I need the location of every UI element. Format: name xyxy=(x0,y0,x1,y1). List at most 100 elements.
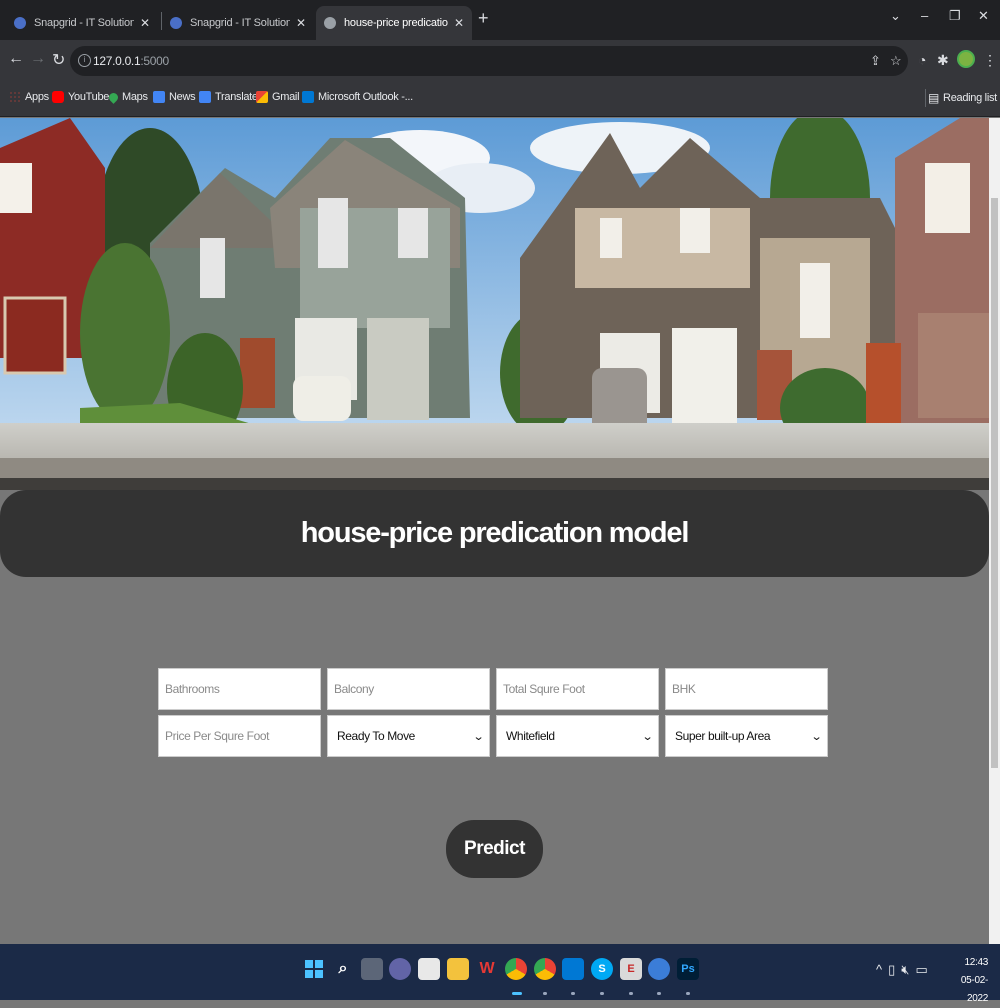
extensions-icon[interactable]: ✱ xyxy=(937,52,949,69)
speaker-muted-icon[interactable]: 🔇︎ xyxy=(901,962,909,978)
area-type-value: Super built-up Area xyxy=(675,729,771,743)
globe-icon xyxy=(324,17,336,29)
file-explorer-icon[interactable] xyxy=(447,958,469,980)
search-icon[interactable]: ⌕ xyxy=(332,958,354,980)
bhk-input[interactable] xyxy=(666,669,827,709)
share-icon[interactable]: ⇪ xyxy=(870,53,881,69)
tab-house-price[interactable]: house-price predication model ✕ xyxy=(316,6,472,40)
forward-icon[interactable]: → xyxy=(30,50,46,68)
windows-taskbar: ⌕ W S E Ps ^ ▯ 🔇︎ ▭ 12:43 05-02-2022 xyxy=(0,944,1000,1004)
new-tab-icon[interactable]: + xyxy=(478,8,489,29)
scrollbar-thumb[interactable] xyxy=(991,198,998,768)
close-window-icon[interactable]: ✕ xyxy=(978,8,989,24)
bookmark-label: Translate xyxy=(215,91,258,103)
chrome-icon[interactable] xyxy=(505,958,527,980)
running-app-indicator xyxy=(571,992,575,995)
news-icon xyxy=(153,91,165,103)
bookmarks-bar: Apps YouTube Maps News Translate Gmail M… xyxy=(0,82,1000,117)
photoshop-icon[interactable]: Ps xyxy=(677,958,699,980)
price-per-sqft-input[interactable] xyxy=(159,716,320,756)
bookmark-outlook[interactable]: Microsoft Outlook -... xyxy=(302,91,413,103)
bookmark-label: Gmail xyxy=(272,91,300,103)
active-app-indicator xyxy=(512,992,522,995)
chrome-icon[interactable] xyxy=(534,958,556,980)
bathrooms-field[interactable] xyxy=(158,668,321,710)
close-tab-icon[interactable]: ✕ xyxy=(454,16,464,30)
ecs-app-icon[interactable]: E xyxy=(620,958,642,980)
close-tab-icon[interactable]: ✕ xyxy=(296,16,306,30)
back-icon[interactable]: ← xyxy=(8,50,24,68)
globe-app-icon[interactable] xyxy=(648,958,670,980)
tab-snapgrid-1[interactable]: Snapgrid - IT Solutions and Techn ✕ xyxy=(6,6,158,40)
url-text[interactable]: 127.0.0.1:5000 xyxy=(93,54,169,68)
task-view-icon[interactable] xyxy=(361,958,383,980)
site-info-icon[interactable]: i xyxy=(78,54,91,67)
chevron-up-icon[interactable]: ^ xyxy=(876,962,882,978)
tab-title: house-price predication model xyxy=(344,17,448,29)
clock-time: 12:43 xyxy=(964,957,988,968)
bookmark-youtube[interactable]: YouTube xyxy=(52,91,109,103)
chevron-down-icon: ⌄ xyxy=(810,730,823,743)
bathrooms-input[interactable] xyxy=(159,669,320,709)
wps-office-icon[interactable]: W xyxy=(476,958,498,980)
bookmark-maps[interactable]: Maps xyxy=(107,90,148,104)
network-icon[interactable]: ▯ xyxy=(888,962,895,978)
balcony-input[interactable] xyxy=(328,669,489,709)
bookmark-apps[interactable]: Apps xyxy=(9,91,49,103)
address-bar[interactable]: i 127.0.0.1:5000 ⇪ ☆ xyxy=(70,46,908,76)
apps-grid-icon xyxy=(9,91,21,103)
predict-button[interactable]: Predict xyxy=(446,820,543,878)
close-tab-icon[interactable]: ✕ xyxy=(140,16,150,30)
tab-title: Snapgrid - IT Solutions and Techn xyxy=(34,17,134,29)
profile-avatar[interactable] xyxy=(957,50,975,68)
snapgrid-favicon-icon xyxy=(14,17,26,29)
reading-list-label: Reading list xyxy=(943,92,997,104)
price-per-sqft-field[interactable] xyxy=(158,715,321,757)
total-sqft-field[interactable] xyxy=(496,668,659,710)
bookmark-news[interactable]: News xyxy=(153,91,196,103)
bookmark-gmail[interactable]: Gmail xyxy=(256,91,300,103)
tab-search-icon[interactable]: ⌄ xyxy=(890,8,901,24)
minimize-icon[interactable]: – xyxy=(921,8,928,23)
translate-icon xyxy=(199,91,211,103)
running-app-indicator xyxy=(629,992,633,995)
bookmark-translate[interactable]: Translate xyxy=(199,91,258,103)
media-icon[interactable]: ◔ xyxy=(918,52,926,68)
bookmark-label: Apps xyxy=(25,91,49,103)
url-port: :5000 xyxy=(140,54,169,68)
bookmark-label: YouTube xyxy=(68,91,110,103)
bhk-field[interactable] xyxy=(665,668,828,710)
maximize-icon[interactable]: ❐ xyxy=(949,8,961,24)
hero-image-houses xyxy=(0,118,989,490)
title-banner: house-price predication model xyxy=(0,490,989,577)
system-tray[interactable]: ^ ▯ 🔇︎ ▭ xyxy=(876,962,928,978)
running-app-indicator xyxy=(657,992,661,995)
vscode-icon[interactable] xyxy=(562,958,584,980)
snapgrid-favicon-icon xyxy=(170,17,182,29)
chat-icon[interactable] xyxy=(389,958,411,980)
area-type-select[interactable]: Super built-up Area ⌄ xyxy=(665,715,828,757)
page-scrollbar[interactable] xyxy=(989,118,1000,944)
total-sqft-input[interactable] xyxy=(497,669,658,709)
chevron-down-icon: ⌄ xyxy=(472,730,485,743)
outlook-icon xyxy=(302,91,314,103)
reload-icon[interactable]: ↻ xyxy=(52,50,65,70)
skype-icon[interactable]: S xyxy=(591,958,613,980)
tab-snapgrid-2[interactable]: Snapgrid - IT Solutions and Techn ✕ xyxy=(162,6,314,40)
bookmark-star-icon[interactable]: ☆ xyxy=(890,53,902,69)
clock-date: 05-02-2022 xyxy=(960,975,988,1004)
running-app-indicator xyxy=(686,992,690,995)
store-icon[interactable] xyxy=(418,958,440,980)
location-select[interactable]: Whitefield ⌄ xyxy=(496,715,659,757)
battery-icon[interactable]: ▭ xyxy=(915,962,927,978)
youtube-icon xyxy=(52,91,64,103)
running-app-indicator xyxy=(543,992,547,995)
balcony-field[interactable] xyxy=(327,668,490,710)
houses-illustration xyxy=(0,118,989,490)
menu-icon[interactable]: ⋮ xyxy=(983,52,997,69)
start-icon[interactable] xyxy=(303,958,325,980)
bookmark-label: Maps xyxy=(122,91,148,103)
divider xyxy=(925,89,926,107)
reading-list-button[interactable]: ▤ Reading list xyxy=(925,89,997,107)
availability-select[interactable]: Ready To Move ⌄ xyxy=(327,715,490,757)
